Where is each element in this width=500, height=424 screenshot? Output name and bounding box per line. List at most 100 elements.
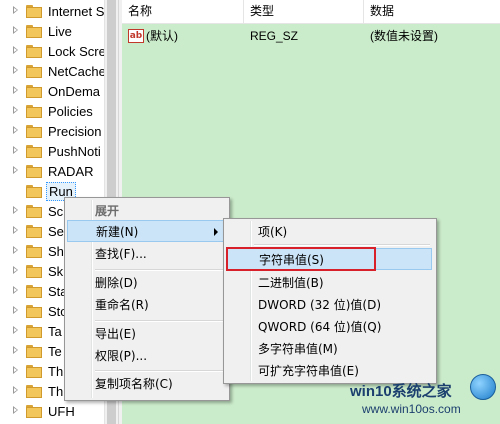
tree-item-label: Precision xyxy=(48,124,102,139)
expand-arrow-icon[interactable] xyxy=(13,386,18,394)
folder-icon xyxy=(26,25,42,38)
expand-arrow-icon[interactable] xyxy=(13,206,18,214)
folder-icon xyxy=(26,85,42,98)
submenu-item-dword-value[interactable]: DWORD (32 位)值(D) xyxy=(226,294,434,316)
folder-icon xyxy=(26,45,42,58)
submenu-item-multi-string-value[interactable]: 多字符串值(M) xyxy=(226,338,434,360)
string-value-icon: ab xyxy=(128,29,144,43)
tree-item-label: Sc xyxy=(48,204,64,219)
folder-icon xyxy=(26,385,42,398)
new-submenu: 项(K) 字符串值(S) 二进制值(B) DWORD (32 位)值(D) QW… xyxy=(223,218,437,384)
tree-item-label: OnDema xyxy=(48,84,101,99)
tree-item-label: Sh xyxy=(48,244,64,259)
folder-icon xyxy=(26,165,42,178)
expand-arrow-icon[interactable] xyxy=(13,66,18,74)
expand-arrow-icon[interactable] xyxy=(13,326,18,334)
value-name: (默认) xyxy=(146,29,178,43)
submenu-item-string-value[interactable]: 字符串值(S) xyxy=(226,248,432,270)
tree-item-label: Internet S xyxy=(48,4,105,19)
tree-item[interactable]: Precision xyxy=(0,122,118,142)
tree-item[interactable]: RADAR xyxy=(0,162,118,182)
expand-arrow-icon[interactable] xyxy=(13,346,18,354)
value-row[interactable]: ab (默认) REG_SZ (数值未设置) xyxy=(122,25,500,47)
expand-arrow-icon[interactable] xyxy=(13,26,18,34)
watermark: win10系统之家 www.win10os.com xyxy=(330,370,500,424)
folder-icon xyxy=(26,185,42,198)
submenu-item-binary-value[interactable]: 二进制值(B) xyxy=(226,272,434,294)
expand-arrow-icon[interactable] xyxy=(13,226,18,234)
tree-item[interactable]: Internet S xyxy=(0,2,118,22)
tree-item[interactable]: OnDema xyxy=(0,82,118,102)
menu-item-permissions[interactable]: 权限(P)... xyxy=(67,345,227,367)
expand-arrow-icon[interactable] xyxy=(13,6,18,14)
expand-arrow-icon[interactable] xyxy=(13,126,18,134)
submenu-arrow-icon xyxy=(214,228,218,236)
watermark-title: win10系统之家 xyxy=(350,383,452,400)
globe-logo-icon xyxy=(470,374,496,400)
tree-item-label: RADAR xyxy=(48,164,94,179)
expand-arrow-icon[interactable] xyxy=(13,406,18,414)
tree-item-label: Ta xyxy=(48,324,62,339)
menu-separator xyxy=(254,244,430,246)
menu-item-expand[interactable]: 展开 xyxy=(67,200,227,222)
column-name[interactable]: 名称 xyxy=(122,0,244,23)
expand-arrow-icon[interactable] xyxy=(13,366,18,374)
value-data: (数值未设置) xyxy=(370,29,438,43)
watermark-url: www.win10os.com xyxy=(362,402,461,416)
tree-item[interactable]: PushNoti xyxy=(0,142,118,162)
tree-item-label: Sk xyxy=(48,264,64,279)
menu-item-rename[interactable]: 重命名(R) xyxy=(67,294,227,316)
tree-item-label: Lock Scre xyxy=(48,44,106,59)
tree-item-label: Th xyxy=(48,364,64,379)
folder-icon xyxy=(26,365,42,378)
column-type[interactable]: 类型 xyxy=(244,0,364,23)
tree-item[interactable]: Policies xyxy=(0,102,118,122)
expand-arrow-icon[interactable] xyxy=(13,106,18,114)
folder-icon xyxy=(26,405,42,418)
folder-icon xyxy=(26,125,42,138)
folder-icon xyxy=(26,205,42,218)
expand-arrow-icon[interactable] xyxy=(13,246,18,254)
folder-icon xyxy=(26,345,42,358)
menu-item-delete[interactable]: 删除(D) xyxy=(67,272,227,294)
expand-arrow-icon[interactable] xyxy=(13,46,18,54)
expand-arrow-icon[interactable] xyxy=(13,146,18,154)
tree-item[interactable]: Live xyxy=(0,22,118,42)
value-type: REG_SZ xyxy=(250,29,299,43)
menu-separator xyxy=(95,320,223,322)
tree-item[interactable]: UFH xyxy=(0,402,118,422)
menu-item-new[interactable]: 新建(N) xyxy=(67,220,227,242)
tree-item-label: Live xyxy=(48,24,72,39)
expand-arrow-icon[interactable] xyxy=(13,166,18,174)
tree-item-label: Se xyxy=(48,224,64,239)
tree-item[interactable]: NetCache xyxy=(0,62,118,82)
column-data[interactable]: 数据 xyxy=(364,0,500,23)
expand-arrow-icon[interactable] xyxy=(13,286,18,294)
context-menu: 展开 新建(N) 查找(F)... 删除(D) 重命名(R) 导出(E) 权限(… xyxy=(64,197,230,401)
tree-item-label: UFH xyxy=(48,404,75,419)
expand-arrow-icon[interactable] xyxy=(13,266,18,274)
folder-icon xyxy=(26,145,42,158)
tree-item-label: Th xyxy=(48,384,64,399)
folder-icon xyxy=(26,225,42,238)
menu-separator xyxy=(95,370,223,372)
folder-icon xyxy=(26,105,42,118)
folder-icon xyxy=(26,285,42,298)
menu-item-export[interactable]: 导出(E) xyxy=(67,323,227,345)
expand-arrow-icon[interactable] xyxy=(13,86,18,94)
tree-item-label: NetCache xyxy=(48,64,106,79)
submenu-item-key[interactable]: 项(K) xyxy=(226,221,434,243)
expand-arrow-icon[interactable] xyxy=(13,306,18,314)
menu-item-find[interactable]: 查找(F)... xyxy=(67,243,227,265)
menu-separator xyxy=(95,269,223,271)
menu-item-copy-key-name[interactable]: 复制项名称(C) xyxy=(67,373,227,395)
folder-icon xyxy=(26,5,42,18)
tree-item-label: Te xyxy=(48,344,62,359)
folder-icon xyxy=(26,65,42,78)
folder-icon xyxy=(26,265,42,278)
column-header: 名称 类型 数据 xyxy=(122,0,500,24)
submenu-item-qword-value[interactable]: QWORD (64 位)值(Q) xyxy=(226,316,434,338)
folder-icon xyxy=(26,245,42,258)
tree-item[interactable]: Lock Scre xyxy=(0,42,118,62)
folder-icon xyxy=(26,325,42,338)
